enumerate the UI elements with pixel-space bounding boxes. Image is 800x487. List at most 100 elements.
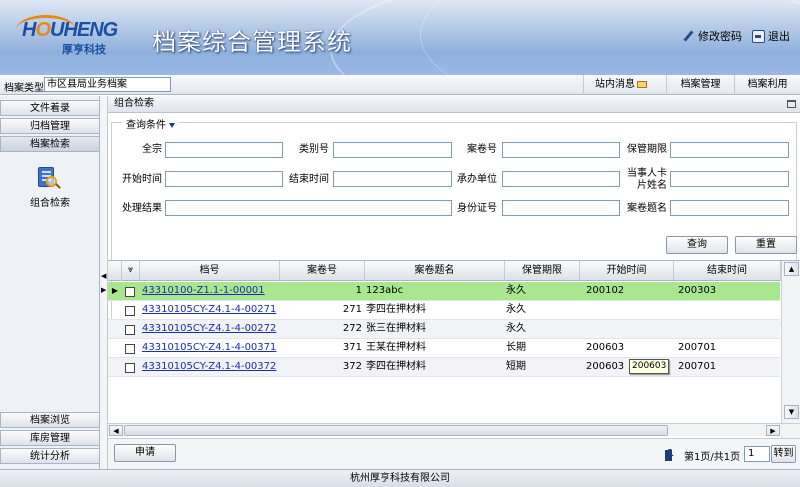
company-name: 杭州厚亨科技有限公司 — [350, 473, 450, 484]
sidebar-item-file-entry[interactable]: 文件着录 — [0, 100, 100, 116]
nav-messages[interactable]: 站内消息 — [583, 75, 658, 95]
row-checkbox[interactable] — [125, 363, 135, 373]
quanzong-input[interactable] — [165, 142, 283, 158]
panel-title: 组合检索 — [114, 98, 154, 109]
col-header-tm[interactable]: 案卷题名 — [365, 261, 505, 281]
row-archive-number[interactable]: 43310100-Z1.1-1-00001 — [142, 282, 265, 301]
logo-letter: H — [22, 19, 36, 41]
top-toolbar: 档案类型: 市区县局业务档案 站内消息 档案管理 档案利用 — [0, 75, 800, 95]
row-archive-number[interactable]: 43310105CY-Z4.1-4-00371 — [142, 339, 276, 358]
logout-label: 退出 — [768, 30, 790, 43]
page-number-input[interactable]: 1 — [744, 446, 770, 462]
col-header-js[interactable]: 结束时间 — [674, 261, 781, 281]
magnifier-handle — [55, 183, 61, 189]
undertaking-unit-input[interactable] — [502, 171, 620, 187]
query-conditions-toggle[interactable]: 查询条件 — [122, 116, 179, 131]
current-page-number: 1 — [667, 448, 674, 459]
kaishishijian-label: 开始时间 — [122, 174, 162, 185]
id-number-input[interactable] — [502, 200, 620, 216]
col-header-dh[interactable]: 档号 — [140, 261, 280, 281]
row-start-time: 200603 — [586, 342, 625, 353]
row-checkbox[interactable] — [125, 344, 135, 354]
row-archive-number[interactable]: 43310105CY-Z4.1-4-00272 — [142, 320, 276, 339]
chulijieguo-label: 处理结果 — [122, 203, 162, 214]
row-volume-number: 372 — [342, 361, 362, 372]
leibiehao-label: 类别号 — [299, 144, 329, 155]
table-row[interactable]: 43310105CY-Z4.1-4-00271 271 李四在押材料 永久 — [108, 301, 780, 320]
row-archive-number[interactable]: 43310105CY-Z4.1-4-00372 — [142, 358, 276, 377]
row-checkbox[interactable] — [125, 287, 135, 297]
collapse-left-icon[interactable]: ◀ — [101, 272, 106, 280]
logout-link[interactable]: 退出 — [752, 28, 790, 44]
pager-bar: 申请 1 第1页/共1页 1 转到 — [108, 438, 800, 469]
row-volume-title: 张三在押材料 — [366, 323, 426, 334]
baoguanqixian-input[interactable] — [670, 142, 789, 158]
row-volume-number: 271 — [342, 304, 362, 315]
sidebar-item-warehouse-management[interactable]: 库房管理 — [0, 430, 100, 446]
combined-search-icon[interactable] — [36, 166, 61, 190]
anjuanhao-input[interactable] — [502, 142, 620, 158]
table-row[interactable]: ▶ 43310100-Z1.1-1-00001 1 123abc 永久 2001… — [108, 282, 780, 301]
table-row[interactable]: 43310105CY-Z4.1-4-00372 372 李四在押材料 短期 20… — [108, 358, 780, 377]
results-grid: ⩔ 档号 案卷号 案卷题名 保管期限 开始时间 结束时间 ▶ 43310100-… — [108, 260, 800, 441]
row-volume-number: 1 — [355, 285, 362, 296]
start-time-input[interactable] — [165, 171, 283, 187]
result-input[interactable] — [165, 200, 452, 216]
app-header: HOUHENG 厚亨科技 档案综合管理系统 修改密码 退出 — [0, 0, 800, 75]
scroll-down-icon[interactable]: ▼ — [784, 405, 799, 419]
logo-letters: UHENG — [50, 19, 118, 41]
cell-tooltip: 200603 — [629, 359, 670, 374]
party-card-label-line2: 片姓名 — [637, 180, 667, 191]
row-archive-number[interactable]: 43310105CY-Z4.1-4-00271 — [142, 301, 276, 320]
sidebar-item-archive-browse[interactable]: 档案浏览 — [0, 412, 100, 428]
title-input[interactable] — [670, 200, 789, 216]
sidebar-item-archive-search[interactable]: 档案检索 — [0, 136, 100, 152]
goto-button[interactable]: 转到 — [771, 445, 796, 463]
change-password-link[interactable]: 修改密码 — [682, 28, 742, 44]
col-header-ajh[interactable]: 案卷号 — [280, 261, 365, 281]
maximize-icon[interactable] — [787, 100, 796, 108]
nav-archive-utilization[interactable]: 档案利用 — [734, 75, 800, 95]
quanzong-label: 全宗 — [142, 144, 162, 155]
grid-horizontal-scrollbar[interactable]: ◀ ▶ — [108, 423, 800, 436]
sidebar-splitter[interactable]: ◀ ▶ — [100, 96, 108, 469]
table-row[interactable]: 43310105CY-Z4.1-4-00272 272 张三在押材料 永久 — [108, 320, 780, 339]
row-volume-number: 272 — [342, 323, 362, 334]
sidebar-item-statistics[interactable]: 统计分析 — [0, 448, 100, 464]
scroll-left-icon[interactable]: ◀ — [109, 425, 123, 436]
sidebar: 文件着录 归档管理 档案检索 组合检索 档案浏览 库房管理 统计分析 — [0, 96, 100, 469]
row-start-time: 200102 — [586, 285, 625, 296]
exit-icon — [752, 29, 765, 43]
col-header-ks[interactable]: 开始时间 — [580, 261, 674, 281]
nav-messages-label: 站内消息 — [595, 79, 635, 90]
scroll-right-icon[interactable]: ▶ — [766, 425, 780, 436]
col-header-qx[interactable]: 保管期限 — [505, 261, 580, 281]
apply-button[interactable]: 申请 — [114, 444, 176, 462]
leibiehao-input[interactable] — [333, 142, 452, 158]
legend-label: 查询条件 — [126, 120, 166, 131]
logo-wordmark: HOUHENG — [22, 19, 118, 42]
row-checkbox[interactable] — [125, 306, 135, 316]
baoguanqixian-label: 保管期限 — [627, 144, 667, 155]
grid-header-spacer — [108, 261, 122, 281]
table-row[interactable]: 43310105CY-Z4.1-4-00371 371 王某在押材料 长期 20… — [108, 339, 780, 358]
row-end-time: 200303 — [678, 285, 717, 296]
row-retention: 永久 — [506, 304, 526, 315]
pen-icon — [682, 30, 695, 43]
row-checkbox[interactable] — [125, 325, 135, 335]
reset-button[interactable]: 重置 — [735, 236, 797, 254]
party-card-name-input[interactable] — [670, 171, 789, 187]
grid-vertical-scrollbar[interactable]: ▲ ▼ — [781, 261, 800, 441]
chengbandanwei-label: 承办单位 — [457, 174, 497, 185]
scroll-up-icon[interactable]: ▲ — [784, 262, 799, 276]
nav-archive-management[interactable]: 档案管理 — [666, 75, 734, 95]
end-time-input[interactable] — [333, 171, 452, 187]
select-all-icon[interactable]: ⩔ — [122, 261, 140, 281]
scrollbar-thumb[interactable] — [124, 425, 668, 436]
query-button[interactable]: 查询 — [666, 236, 728, 254]
sidebar-item-filing-management[interactable]: 归档管理 — [0, 118, 100, 134]
row-end-time: 200701 — [678, 361, 717, 372]
combined-search-label[interactable]: 组合检索 — [0, 194, 100, 209]
archive-type-select[interactable]: 市区县局业务档案 — [44, 77, 171, 92]
expand-right-icon[interactable]: ▶ — [101, 286, 106, 294]
